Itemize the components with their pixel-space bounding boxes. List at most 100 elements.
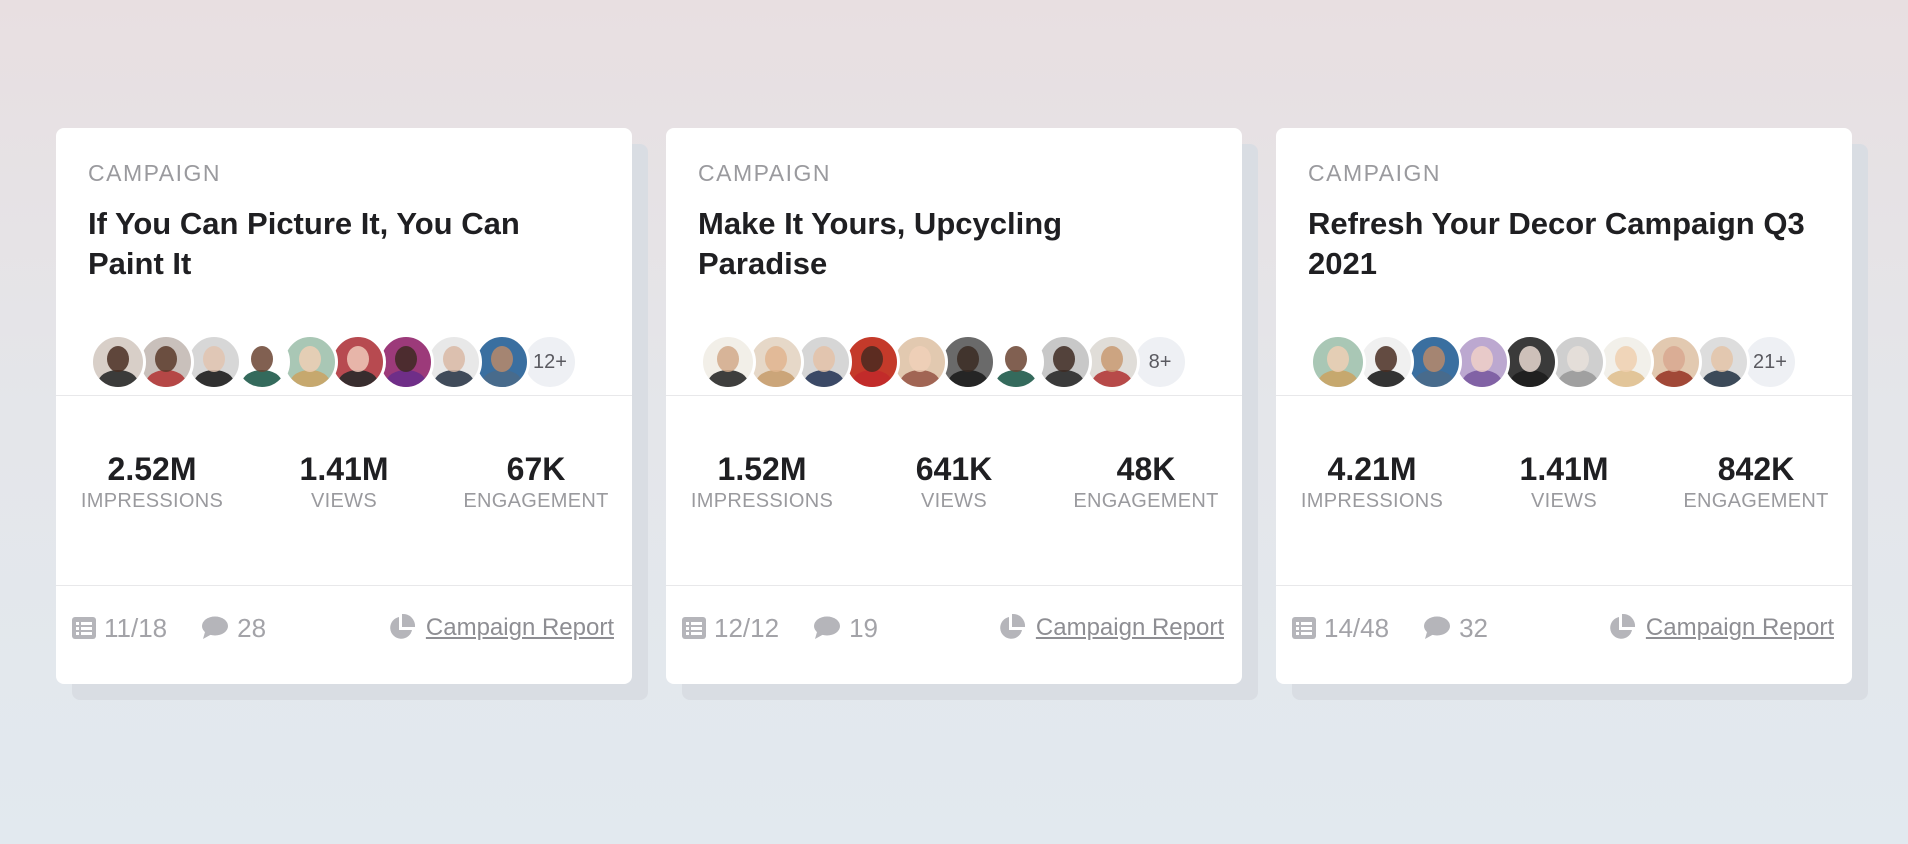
- stat-impressions: 1.52M IMPRESSIONS: [666, 450, 858, 585]
- stats-row: 2.52M IMPRESSIONS 1.41M VIEWS 67K ENGAGE…: [56, 396, 632, 586]
- avatar[interactable]: [138, 334, 194, 390]
- stat-label: ENGAGEMENT: [1683, 490, 1829, 512]
- avatar[interactable]: [186, 334, 242, 390]
- avatar[interactable]: [1454, 334, 1510, 390]
- card-header: CAMPAIGN Refresh Your Decor Campaign Q3 …: [1276, 128, 1852, 396]
- stats-row: 4.21M IMPRESSIONS 1.41M VIEWS 842K ENGAG…: [1276, 396, 1852, 586]
- more-members-badge[interactable]: 12+: [522, 334, 578, 390]
- stat-label: ENGAGEMENT: [1073, 490, 1219, 512]
- comments-label: 28: [237, 612, 267, 643]
- tasks-count[interactable]: 12/12: [682, 613, 779, 644]
- card-kicker: CAMPAIGN: [1308, 160, 1441, 186]
- tasks-label: 12/12: [714, 612, 780, 643]
- avatar[interactable]: [90, 334, 146, 390]
- stat-label: VIEWS: [1531, 490, 1597, 512]
- stat-value: 67K: [506, 451, 566, 487]
- avatar[interactable]: [1646, 334, 1702, 390]
- avatar[interactable]: [474, 334, 530, 390]
- report-label: Campaign Report: [1035, 614, 1224, 641]
- card-header: CAMPAIGN Make It Yours, Upcycling Paradi…: [666, 128, 1242, 396]
- stat-value: 4.21M: [1327, 451, 1417, 487]
- avatar[interactable]: [378, 334, 434, 390]
- avatar[interactable]: [796, 334, 852, 390]
- avatar[interactable]: [940, 334, 996, 390]
- avatar[interactable]: [1310, 334, 1366, 390]
- avatar[interactable]: [1694, 334, 1750, 390]
- tasks-label: 14/48: [1324, 612, 1390, 643]
- avatar[interactable]: [988, 334, 1044, 390]
- campaign-card[interactable]: CAMPAIGN If You Can Picture It, You Can …: [56, 128, 648, 700]
- stat-value: 842K: [1717, 451, 1795, 487]
- avatar[interactable]: [1036, 334, 1092, 390]
- stat-label: VIEWS: [311, 490, 377, 512]
- campaign-title[interactable]: Refresh Your Decor Campaign Q3 2021: [1308, 204, 1808, 284]
- card-footer: 12/12 19 Campaign Report: [666, 579, 1242, 677]
- stat-value: 2.52M: [107, 451, 197, 487]
- avatar[interactable]: [892, 334, 948, 390]
- stats-row: 1.52M IMPRESSIONS 641K VIEWS 48K ENGAGEM…: [666, 396, 1242, 586]
- avatar[interactable]: [282, 334, 338, 390]
- comments-label: 19: [849, 612, 878, 643]
- comments-count[interactable]: 19: [813, 613, 878, 644]
- stat-impressions: 2.52M IMPRESSIONS: [56, 450, 248, 585]
- avatar[interactable]: [1598, 334, 1654, 390]
- stat-views: 1.41M VIEWS: [248, 450, 440, 585]
- campaign-report-link[interactable]: Campaign Report: [386, 613, 614, 643]
- stat-label: VIEWS: [921, 490, 987, 512]
- report-label: Campaign Report: [425, 614, 614, 641]
- stat-value: 1.41M: [299, 451, 389, 487]
- avatar-stack[interactable]: 21+: [1308, 334, 1820, 390]
- report-label: Campaign Report: [1645, 614, 1834, 641]
- campaign-report-link[interactable]: Campaign Report: [1606, 613, 1834, 643]
- avatar[interactable]: [1550, 334, 1606, 390]
- avatar[interactable]: [844, 334, 900, 390]
- stat-label: IMPRESSIONS: [80, 490, 224, 512]
- stat-engagement: 842K ENGAGEMENT: [1660, 450, 1852, 585]
- avatar[interactable]: [1406, 334, 1462, 390]
- avatar[interactable]: [330, 334, 386, 390]
- stat-engagement: 67K ENGAGEMENT: [440, 450, 632, 585]
- card-kicker: CAMPAIGN: [698, 160, 831, 186]
- comment-icon: [1424, 616, 1451, 639]
- stat-label: IMPRESSIONS: [690, 490, 834, 512]
- campaign-card-body[interactable]: CAMPAIGN If You Can Picture It, You Can …: [56, 128, 632, 684]
- stat-value: 1.41M: [1519, 451, 1609, 487]
- stat-label: IMPRESSIONS: [1300, 490, 1444, 512]
- comments-count[interactable]: 32: [1423, 613, 1488, 644]
- more-members-badge[interactable]: 21+: [1742, 334, 1798, 390]
- campaign-card-body[interactable]: CAMPAIGN Make It Yours, Upcycling Paradi…: [666, 128, 1242, 684]
- campaign-title[interactable]: If You Can Picture It, You Can Paint It: [88, 204, 588, 284]
- card-kicker: CAMPAIGN: [88, 160, 221, 186]
- avatar[interactable]: [234, 334, 290, 390]
- avatar[interactable]: [1502, 334, 1558, 390]
- avatar[interactable]: [700, 334, 756, 390]
- card-footer: 14/48 32 Campaign Report: [1276, 579, 1852, 677]
- avatar[interactable]: [1358, 334, 1414, 390]
- more-members-badge[interactable]: 8+: [1132, 334, 1188, 390]
- stat-value: 641K: [915, 451, 993, 487]
- campaign-card-list: CAMPAIGN If You Can Picture It, You Can …: [56, 128, 1868, 700]
- stat-value: 48K: [1116, 451, 1176, 487]
- campaign-card[interactable]: CAMPAIGN Refresh Your Decor Campaign Q3 …: [1276, 128, 1868, 700]
- task-list-icon: [682, 617, 706, 639]
- campaign-card[interactable]: CAMPAIGN Make It Yours, Upcycling Paradi…: [666, 128, 1258, 700]
- comments-count[interactable]: 28: [201, 613, 266, 644]
- tasks-count[interactable]: 11/18: [72, 613, 167, 644]
- avatar[interactable]: [426, 334, 482, 390]
- stat-label: ENGAGEMENT: [463, 490, 609, 512]
- campaign-card-body[interactable]: CAMPAIGN Refresh Your Decor Campaign Q3 …: [1276, 128, 1852, 684]
- avatar-stack[interactable]: 12+: [88, 334, 600, 390]
- pie-chart-icon: [390, 613, 415, 639]
- avatar[interactable]: [748, 334, 804, 390]
- card-footer: 11/18 28 Campaign Report: [56, 579, 632, 677]
- comments-label: 32: [1459, 612, 1488, 643]
- task-list-icon: [72, 617, 96, 639]
- comment-icon: [202, 616, 229, 639]
- task-list-icon: [1292, 617, 1316, 639]
- stat-engagement: 48K ENGAGEMENT: [1050, 450, 1242, 585]
- avatar[interactable]: [1084, 334, 1140, 390]
- avatar-stack[interactable]: 8+: [698, 334, 1210, 390]
- tasks-count[interactable]: 14/48: [1292, 613, 1389, 644]
- campaign-report-link[interactable]: Campaign Report: [996, 613, 1224, 643]
- campaign-title[interactable]: Make It Yours, Upcycling Paradise: [698, 204, 1198, 284]
